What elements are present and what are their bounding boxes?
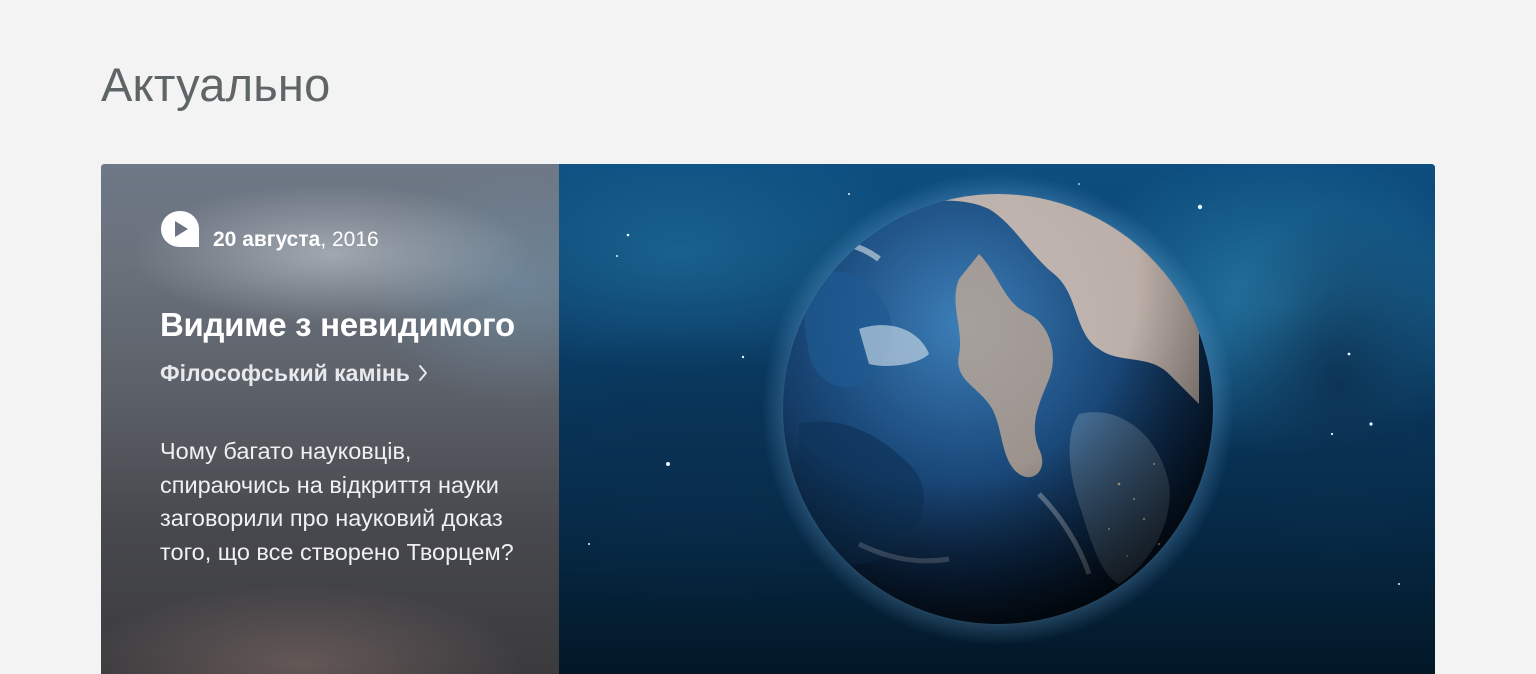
article-title[interactable]: Видиме з невидимого bbox=[160, 304, 515, 346]
play-logo-icon bbox=[161, 211, 199, 247]
article-date-day: 20 августа bbox=[213, 228, 321, 251]
article-date-year: , 2016 bbox=[320, 228, 379, 251]
article-info-panel: 20 августа, 2016 Видиме з невидимого Філ… bbox=[101, 164, 559, 674]
section-title: Актуально bbox=[101, 58, 331, 111]
article-date: 20 августа, 2016 bbox=[213, 227, 379, 253]
article-category-link[interactable]: Філософський камінь bbox=[160, 358, 428, 388]
article-category-label: Філософський камінь bbox=[160, 360, 410, 386]
earth-illustration bbox=[559, 164, 1435, 674]
chevron-right-icon bbox=[418, 365, 427, 381]
article-info-content: 20 августа, 2016 Видиме з невидимого Філ… bbox=[160, 164, 535, 674]
featured-article-card[interactable]: 20 августа, 2016 Видиме з невидимого Філ… bbox=[101, 164, 1435, 674]
article-description: Чому багато науковців, спираючись на від… bbox=[160, 438, 514, 565]
earth-in-space-image[interactable] bbox=[559, 164, 1435, 674]
